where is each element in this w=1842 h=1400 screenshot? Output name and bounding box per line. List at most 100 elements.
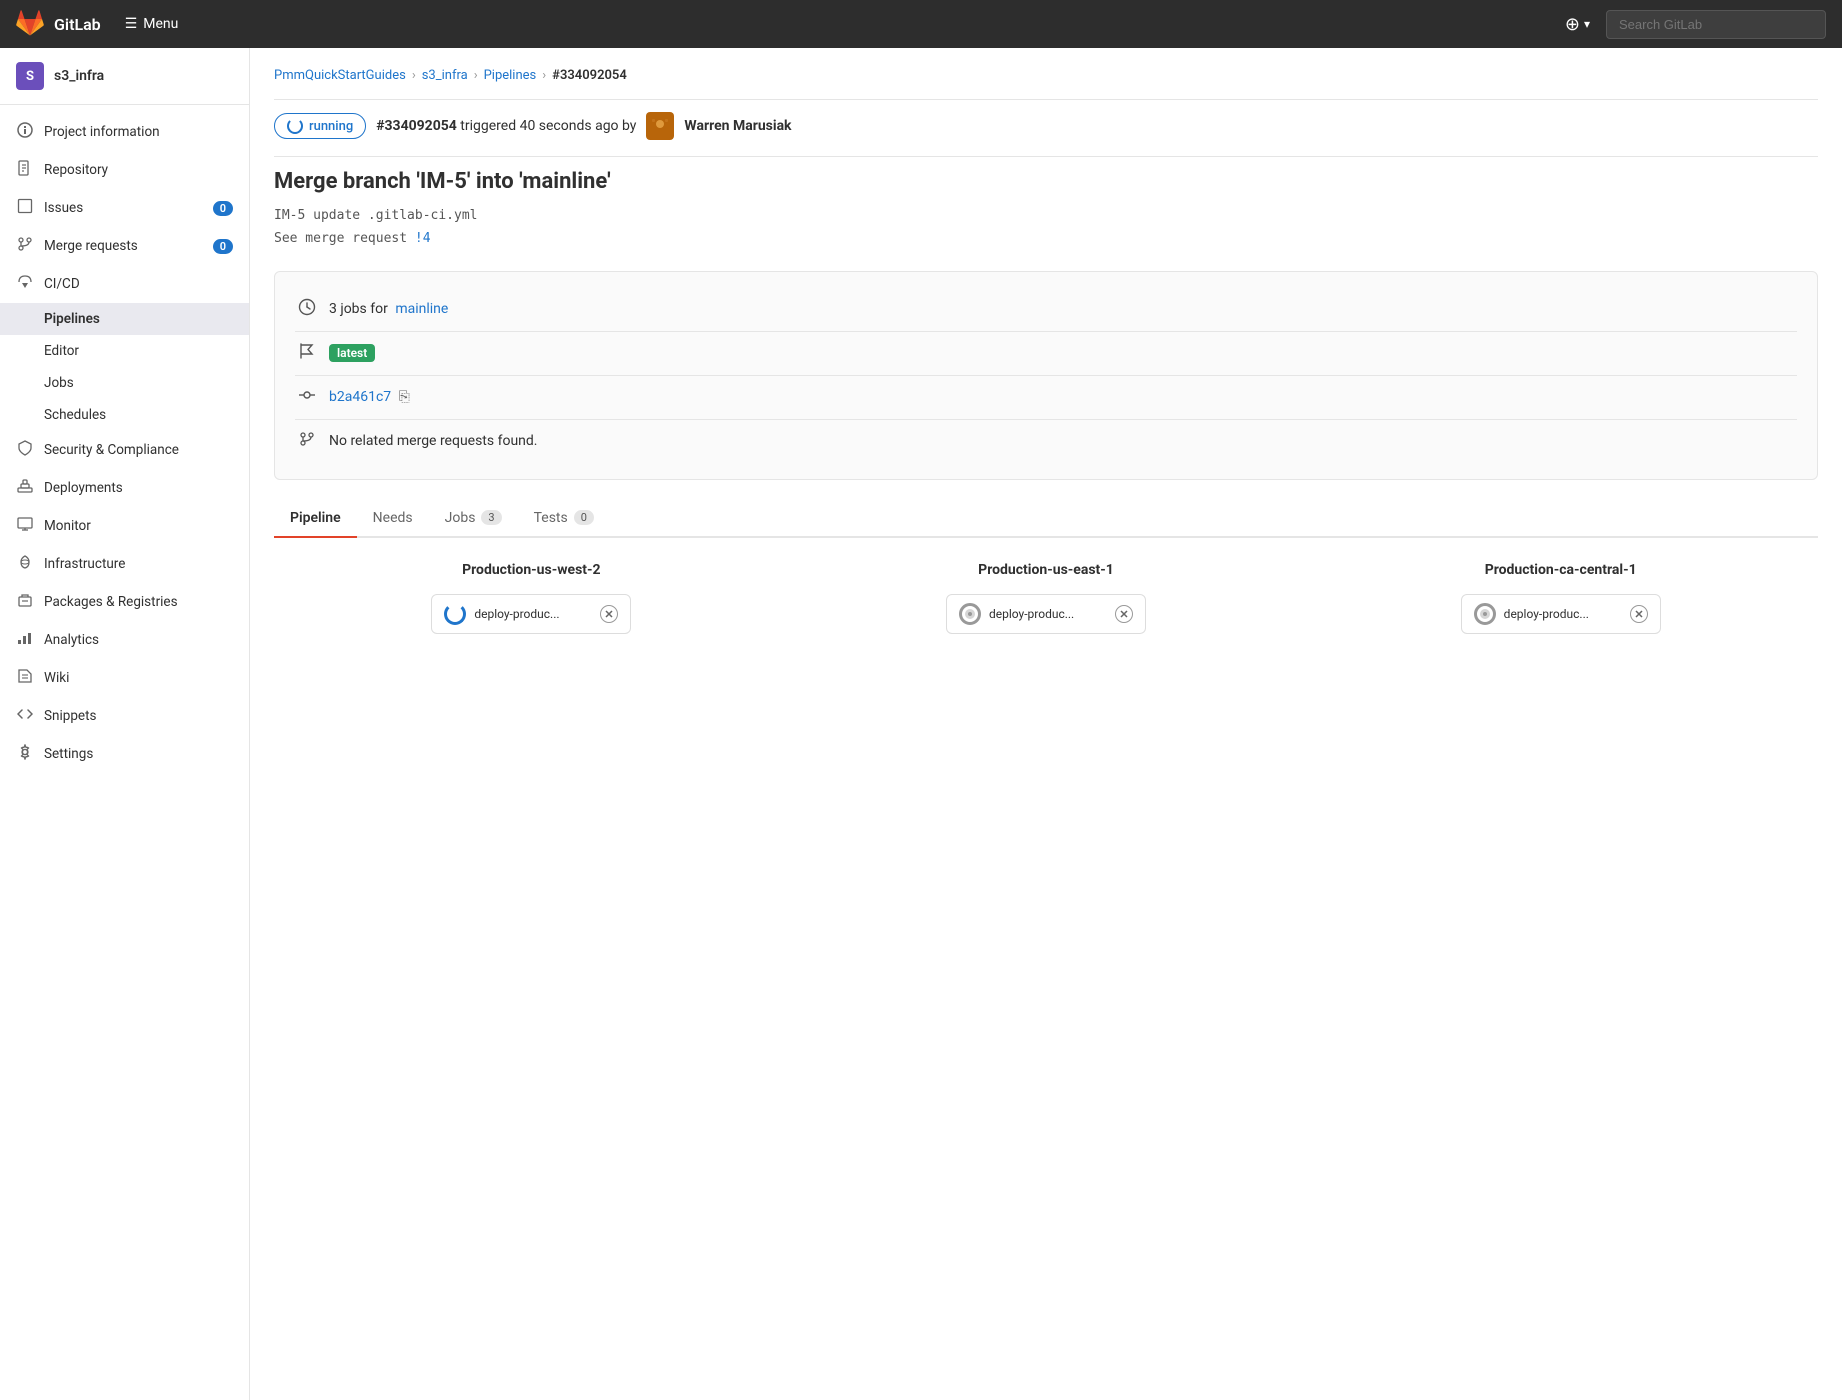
tests-tab-count: 0 bbox=[574, 510, 594, 525]
divider-2 bbox=[274, 156, 1818, 157]
copy-icon[interactable]: ⎘ bbox=[399, 389, 410, 405]
merge-requests-icon bbox=[16, 236, 34, 256]
breadcrumb-sep-1: › bbox=[412, 68, 416, 83]
sidebar-item-merge-requests[interactable]: Merge requests 0 bbox=[0, 227, 249, 265]
wiki-icon bbox=[16, 668, 34, 688]
sidebar-item-snippets[interactable]: Snippets bbox=[0, 697, 249, 735]
analytics-icon bbox=[16, 630, 34, 650]
security-icon bbox=[16, 440, 34, 460]
commit-meta: IM-5 update .gitlab-ci.yml See merge req… bbox=[274, 204, 1818, 251]
breadcrumb-pmm[interactable]: PmmQuickStartGuides bbox=[274, 68, 406, 83]
sidebar-item-issues[interactable]: Issues 0 bbox=[0, 189, 249, 227]
column-title-us-west: Production-us-west-2 bbox=[284, 562, 779, 578]
sidebar-item-settings[interactable]: Settings bbox=[0, 735, 249, 773]
tab-needs[interactable]: Needs bbox=[357, 500, 429, 538]
jobs-tab-count: 3 bbox=[481, 510, 501, 525]
user-name: Warren Marusiak bbox=[684, 118, 791, 134]
job-cancel-button-us-east[interactable] bbox=[1115, 605, 1133, 623]
issues-icon bbox=[16, 198, 34, 218]
create-button[interactable]: ⊕ ▾ bbox=[1565, 14, 1590, 35]
sidebar-item-deployments[interactable]: Deployments bbox=[0, 469, 249, 507]
pipeline-info-box: 3 jobs for mainline latest b2a461c7 ⎘ bbox=[274, 271, 1818, 480]
sidebar-label-repository: Repository bbox=[44, 162, 108, 178]
job-cancel-button-us-west[interactable] bbox=[600, 605, 618, 623]
job-name-us-east: deploy-produc... bbox=[989, 607, 1107, 621]
sidebar-item-project-information[interactable]: Project information bbox=[0, 113, 249, 151]
merge-requests-badge: 0 bbox=[213, 239, 233, 254]
breadcrumb-sep-3: › bbox=[542, 68, 546, 83]
merge-request-link[interactable]: !4 bbox=[415, 231, 431, 246]
sidebar-label-security-compliance: Security & Compliance bbox=[44, 442, 179, 458]
search-input[interactable] bbox=[1606, 10, 1826, 39]
sidebar-item-schedules[interactable]: Schedules bbox=[0, 399, 249, 431]
sidebar-label-editor: Editor bbox=[44, 343, 79, 359]
status-label: running bbox=[309, 119, 353, 134]
tab-tests[interactable]: Tests 0 bbox=[518, 500, 610, 538]
sidebar-item-jobs[interactable]: Jobs bbox=[0, 367, 249, 399]
job-cancel-button-ca-central[interactable] bbox=[1630, 605, 1648, 623]
info-icon bbox=[16, 122, 34, 142]
sidebar-item-cicd[interactable]: CI/CD bbox=[0, 265, 249, 303]
sidebar-item-pipelines[interactable]: Pipelines bbox=[0, 303, 249, 335]
branch-link[interactable]: mainline bbox=[395, 301, 448, 317]
pipeline-job-us-west[interactable]: deploy-produc... bbox=[431, 594, 631, 634]
sidebar-item-wiki[interactable]: Wiki bbox=[0, 659, 249, 697]
pipeline-job-ca-central[interactable]: deploy-produc... bbox=[1461, 594, 1661, 634]
divider-1 bbox=[274, 99, 1818, 100]
user-avatar bbox=[646, 112, 674, 140]
chevron-down-icon: ▾ bbox=[1584, 17, 1590, 31]
pipeline-id: #334092054 bbox=[376, 118, 457, 134]
merge-icon bbox=[295, 430, 319, 453]
packages-icon bbox=[16, 592, 34, 612]
project-header: S s3_infra bbox=[0, 48, 249, 105]
commit-hash-link[interactable]: b2a461c7 bbox=[329, 389, 391, 405]
column-title-ca-central: Production-ca-central-1 bbox=[1313, 562, 1808, 578]
breadcrumb-s3infra[interactable]: s3_infra bbox=[422, 68, 468, 83]
clock-icon bbox=[295, 298, 319, 321]
repository-icon bbox=[16, 160, 34, 180]
sidebar-label-merge-requests: Merge requests bbox=[44, 238, 138, 254]
sidebar-item-editor[interactable]: Editor bbox=[0, 335, 249, 367]
app-name: GitLab bbox=[54, 15, 101, 34]
sidebar-label-pipelines: Pipelines bbox=[44, 311, 100, 327]
pipeline-status-row: running #334092054 triggered 40 seconds … bbox=[274, 112, 1818, 140]
pipeline-triggered-text: triggered 40 seconds ago by bbox=[460, 118, 636, 134]
tab-pipeline[interactable]: Pipeline bbox=[274, 500, 357, 538]
sidebar-label-infrastructure: Infrastructure bbox=[44, 556, 125, 572]
sidebar-label-issues: Issues bbox=[44, 200, 83, 216]
logo-area[interactable]: GitLab bbox=[16, 10, 101, 38]
sidebar-item-security-compliance[interactable]: Security & Compliance bbox=[0, 431, 249, 469]
sidebar: S s3_infra Project information Repositor… bbox=[0, 48, 250, 1400]
breadcrumb-sep-2: › bbox=[474, 68, 478, 83]
no-merge-request-row: No related merge requests found. bbox=[295, 420, 1797, 463]
issues-badge: 0 bbox=[213, 201, 233, 216]
menu-button[interactable]: ☰ Menu bbox=[125, 16, 179, 32]
no-merge-request-text: No related merge requests found. bbox=[329, 433, 537, 449]
sidebar-label-wiki: Wiki bbox=[44, 670, 69, 686]
pipeline-tabs: Pipeline Needs Jobs 3 Tests 0 bbox=[274, 500, 1818, 538]
sidebar-label-snippets: Snippets bbox=[44, 708, 96, 724]
job-name-us-west: deploy-produc... bbox=[474, 607, 592, 621]
running-spinner-icon bbox=[287, 118, 303, 134]
hamburger-icon: ☰ bbox=[125, 16, 138, 32]
sidebar-item-monitor[interactable]: Monitor bbox=[0, 507, 249, 545]
tab-jobs[interactable]: Jobs 3 bbox=[429, 500, 518, 538]
main-content: PmmQuickStartGuides › s3_infra › Pipelin… bbox=[250, 48, 1842, 1400]
column-title-us-east: Production-us-east-1 bbox=[799, 562, 1294, 578]
sidebar-item-repository[interactable]: Repository bbox=[0, 151, 249, 189]
job-name-ca-central: deploy-produc... bbox=[1504, 607, 1622, 621]
settings-icon bbox=[16, 744, 34, 764]
job-running-icon bbox=[444, 603, 466, 625]
sidebar-item-infrastructure[interactable]: Infrastructure bbox=[0, 545, 249, 583]
breadcrumb-pipelines[interactable]: Pipelines bbox=[484, 68, 537, 83]
pipeline-column-us-west: Production-us-west-2 deploy-produc... bbox=[274, 562, 789, 634]
commit-section: Merge branch 'IM-5' into 'mainline' IM-5… bbox=[274, 169, 1818, 251]
snippets-icon bbox=[16, 706, 34, 726]
sidebar-label-schedules: Schedules bbox=[44, 407, 106, 423]
sidebar-item-analytics[interactable]: Analytics bbox=[0, 621, 249, 659]
job-waiting-icon-ca bbox=[1474, 603, 1496, 625]
sidebar-item-packages-registries[interactable]: Packages & Registries bbox=[0, 583, 249, 621]
jobs-row-text: 3 jobs for mainline bbox=[329, 301, 448, 317]
commit-hash-row: b2a461c7 ⎘ bbox=[295, 376, 1797, 420]
pipeline-job-us-east[interactable]: deploy-produc... bbox=[946, 594, 1146, 634]
